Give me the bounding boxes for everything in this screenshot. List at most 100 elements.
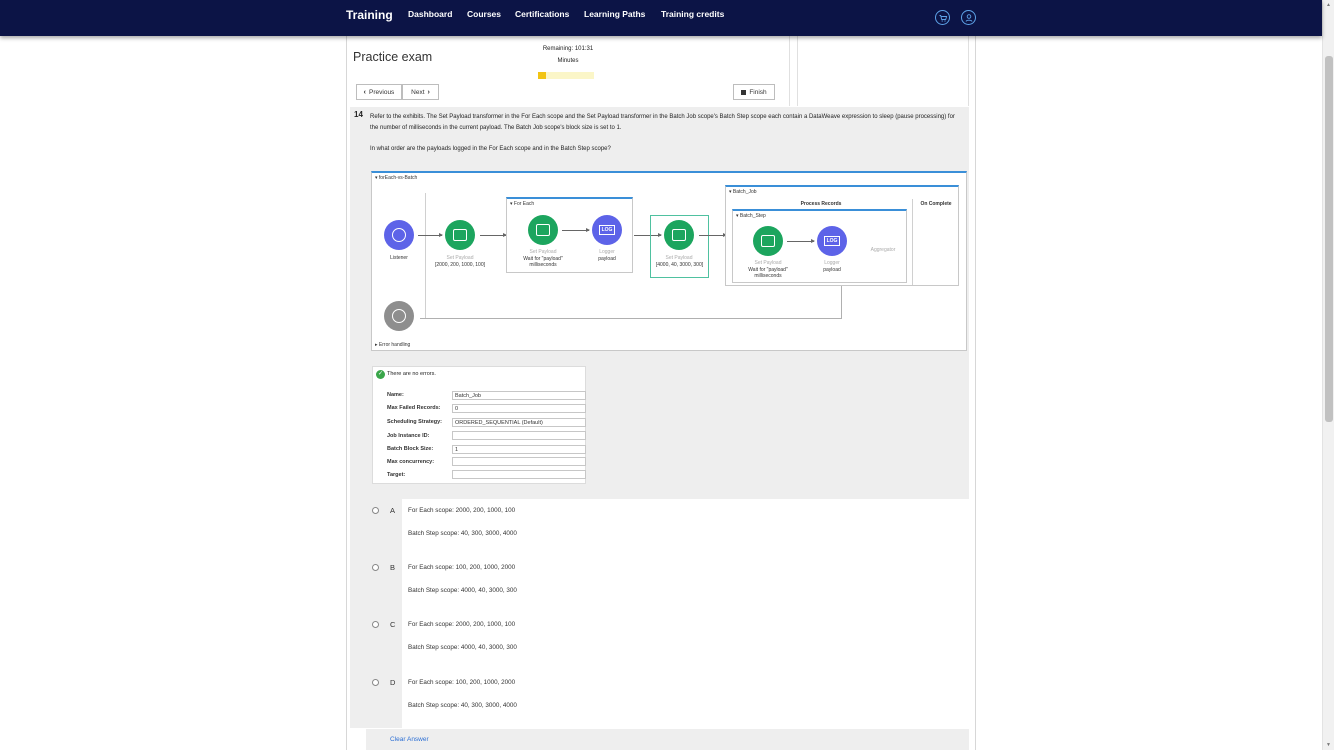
nav-training-credits[interactable]: Training credits [661, 9, 724, 19]
for-each-text: For Each [513, 201, 535, 207]
answer-b-line2[interactable]: Batch Step scope: 4000, 40, 3000, 300 [408, 587, 517, 594]
answer-letter-c: C [390, 620, 396, 629]
answer-d-line1[interactable]: For Each scope: 100, 200, 1000, 2000 [408, 679, 515, 686]
wait-label-batchstep: Wait for "payload" milliseconds [748, 267, 788, 279]
previous-button[interactable]: ‹ Previous [356, 84, 402, 100]
nav-certifications[interactable]: Certifications [515, 9, 569, 19]
cart-icon[interactable] [935, 10, 950, 25]
answer-a-line1[interactable]: For Each scope: 2000, 200, 1000, 100 [408, 507, 515, 514]
wait-label-foreach: Wait for "payload" milliseconds [523, 256, 563, 268]
set-payload-icon [453, 229, 467, 241]
user-icon[interactable] [961, 10, 976, 25]
for-each-scope: ▾ For Each Set Payload Wait for "payload… [506, 197, 633, 273]
process-records-label: Process Records [800, 201, 842, 207]
globe-icon [392, 228, 406, 242]
set-payload-icon [672, 229, 686, 241]
batch-job-text: Batch_Job [732, 189, 757, 195]
nav-dashboard[interactable]: Dashboard [408, 9, 452, 19]
clear-answer-link[interactable]: Clear Answer [390, 736, 429, 743]
chevron-right-icon: › [427, 88, 430, 96]
answer-b-line1[interactable]: For Each scope: 100, 200, 1000, 2000 [408, 564, 515, 571]
arrow-setpayload2-to-batchjob [699, 233, 727, 237]
answer-letters-column [350, 499, 402, 728]
logger-label-foreach: Logger [599, 249, 615, 255]
finish-button[interactable]: Finish [733, 84, 775, 100]
next-button[interactable]: Next › [402, 84, 439, 100]
question-number: 14 [354, 110, 363, 119]
prop-field-max-concurrency [452, 457, 586, 466]
prop-field-scheduling: ORDERED_SEQUENTIAL (Default) [452, 418, 586, 427]
scrollbar-thumb[interactable] [1325, 56, 1333, 422]
brand-title[interactable]: Training [346, 8, 393, 22]
stop-square-icon [741, 89, 747, 95]
batch-step-scope: ▾ Batch_Step Set Payload Wait for "paylo… [732, 209, 907, 283]
set-payload-label-batchstep: Set Payload [754, 260, 782, 266]
flow-guide-line [425, 193, 426, 318]
time-progress-fill [538, 72, 546, 79]
flow-name-text: forEach-vs-Batch [378, 175, 418, 181]
log-icon: LOG [823, 236, 841, 246]
exam-side-panel [797, 36, 969, 106]
set-payload-value-1: [2000, 200, 1000, 100] [434, 262, 486, 268]
for-each-scope-label: ▾ For Each [510, 201, 535, 207]
flow-name-label: ▾ forEach-vs-Batch [375, 175, 418, 181]
logger-node-foreach: LOG [592, 215, 622, 245]
answer-c-line2[interactable]: Batch Step scope: 4000, 40, 3000, 300 [408, 644, 517, 651]
prop-field-name: Batch_Job [452, 391, 586, 400]
page-title: Practice exam [353, 50, 433, 64]
logger-label-batchstep: Logger [824, 260, 840, 266]
time-unit: Minutes [557, 58, 579, 64]
answer-radio-b[interactable] [372, 564, 379, 571]
answer-a-line2[interactable]: Batch Step scope: 40, 300, 3000, 4000 [408, 530, 517, 537]
prop-label-job-instance: Job Instance ID: [387, 433, 430, 439]
prop-label-block-size: Batch Block Size: [387, 446, 434, 452]
log-icon: LOG [598, 225, 616, 235]
listener-label: Listener [390, 255, 408, 261]
answer-letter-d: D [390, 678, 396, 687]
question-text: Refer to the exhibits. The Set Payload t… [370, 114, 955, 131]
batch-step-label: ▾ Batch_Step [736, 213, 766, 219]
answer-d-line2[interactable]: Batch Step scope: 40, 300, 3000, 4000 [408, 702, 517, 709]
answer-letter-b: B [390, 563, 396, 572]
clear-answer-bar [366, 729, 969, 750]
chevron-left-icon: ‹ [363, 88, 367, 96]
top-nav-bar: Training Dashboard Courses Certification… [0, 0, 1322, 36]
flow-diagram-exhibit: ▾ forEach-vs-Batch Listener Set Payload … [371, 171, 967, 351]
return-line-vertical [841, 286, 842, 318]
question-prompt: In what order are the payloads logged in… [370, 146, 611, 152]
set-payload-icon [761, 235, 775, 247]
prop-field-target [452, 470, 586, 479]
logger-payload-batchstep: payload [823, 267, 841, 273]
set-payload-node-batchstep [753, 226, 783, 256]
return-line-horizontal [420, 318, 842, 319]
set-payload-node-foreach [528, 215, 558, 245]
prop-field-block-size: 1 [452, 445, 586, 454]
finish-label: Finish [749, 88, 767, 96]
nav-courses[interactable]: Courses [467, 9, 501, 19]
answer-radio-d[interactable] [372, 679, 379, 686]
set-payload-label-2: Set Payload [665, 255, 693, 261]
listener-node [384, 220, 414, 250]
scroll-up-arrow-icon[interactable]: ▲ [1326, 2, 1331, 8]
answer-radio-a[interactable] [372, 507, 379, 514]
error-handling-text: Error handling [378, 342, 411, 348]
check-circle-icon: ✓ [376, 370, 385, 379]
arrow-foreach-internal [562, 228, 590, 232]
prop-label-target: Target: [387, 472, 406, 478]
prop-label-max-concurrency: Max concurrency: [387, 459, 435, 465]
prop-label-name: Name: [387, 392, 404, 398]
answer-radio-c[interactable] [372, 621, 379, 628]
page-scrollbar[interactable]: ▲ ▼ [1322, 0, 1334, 750]
logger-node-batchstep: LOG [817, 226, 847, 256]
validation-status: There are no errors. [387, 371, 436, 377]
set-payload-label-1: Set Payload [446, 255, 474, 261]
scroll-down-arrow-icon[interactable]: ▼ [1326, 742, 1331, 748]
time-remaining: Remaining: 101:31 [542, 46, 594, 52]
on-complete-label: On Complete [920, 201, 952, 207]
set-payload-node-1 [445, 220, 475, 250]
nav-learning-paths[interactable]: Learning Paths [584, 9, 645, 19]
arrow-listener-to-setpayload [418, 233, 443, 237]
set-payload-value-2: [4000, 40, 3000, 300] [655, 262, 704, 268]
answer-c-line1[interactable]: For Each scope: 2000, 200, 1000, 100 [408, 621, 515, 628]
logger-payload-foreach: payload [598, 256, 616, 262]
